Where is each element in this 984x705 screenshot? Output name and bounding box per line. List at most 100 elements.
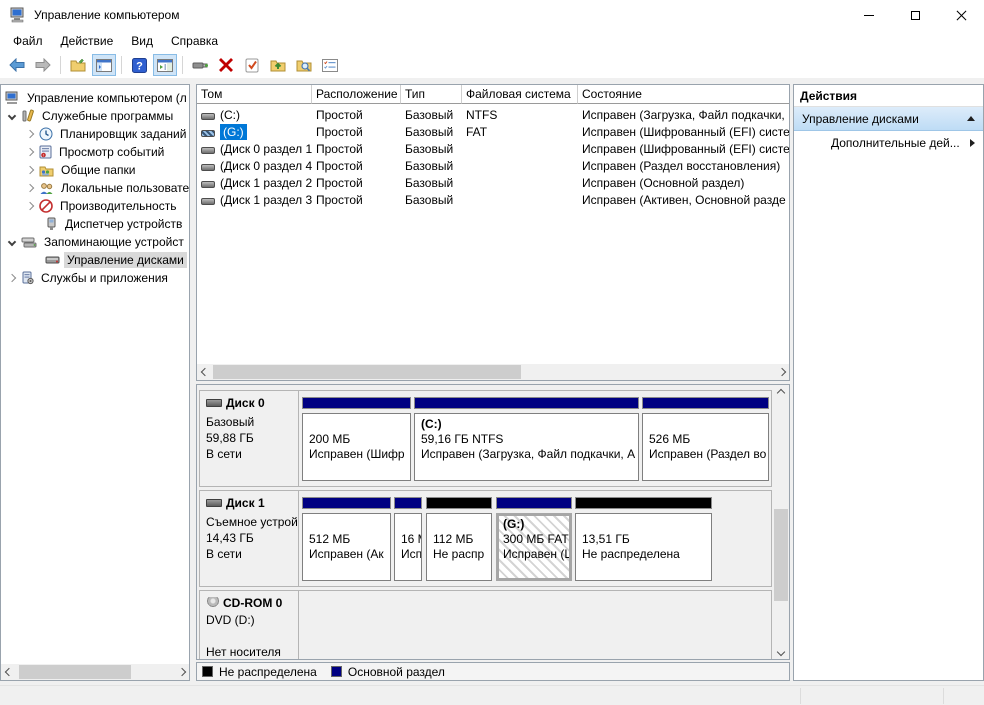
partition-disk1-3[interactable]: 112 МБ Не распр (426, 513, 492, 581)
workspace: Управление компьютером (л Служебные прог… (0, 78, 984, 685)
partition-title (309, 417, 410, 432)
tree-item-shared-folders[interactable]: Общие папки (27, 161, 138, 179)
volume-type: Базовый (401, 192, 462, 209)
scroll-up-button[interactable] (773, 385, 789, 400)
volume-fs: NTFS (462, 107, 578, 124)
scroll-right-icon (777, 368, 785, 376)
forward-button[interactable] (31, 54, 55, 76)
column-header-status[interactable]: Состояние (578, 85, 789, 104)
chevron-right-icon[interactable] (26, 184, 34, 192)
table-row-selected[interactable]: (G:) Простой Базовый FAT Исправен (Шифро… (197, 124, 789, 141)
tree-item-local-users[interactable]: Локальные пользовате (27, 179, 190, 197)
menu-action[interactable]: Действие (52, 32, 123, 50)
disk-drive-icon (206, 499, 222, 507)
disk-graphical-panel: Диск 0 Базовый 59,88 ГБ В сети 200 МБ Ис… (196, 384, 790, 660)
back-button[interactable] (5, 54, 29, 76)
scroll-left-button[interactable] (197, 364, 212, 380)
partition-title (433, 517, 491, 532)
chevron-down-icon[interactable] (8, 112, 16, 120)
menu-file[interactable]: Файл (4, 32, 52, 50)
disk-name: Диск 0 (226, 396, 265, 410)
tree-item-services[interactable]: Службы и приложения (9, 269, 171, 287)
scrollbar-thumb[interactable] (19, 665, 131, 679)
column-header-filesystem[interactable]: Файловая система (462, 85, 578, 104)
legend-primary-label: Основной раздел (348, 665, 445, 679)
cdrom-label[interactable]: CD-ROM 0 DVD (D:) Нет носителя (200, 591, 299, 660)
disk1-label[interactable]: Диск 1 Съемное устрой 14,43 ГБ В сети (200, 491, 299, 586)
tree-item-task-scheduler[interactable]: Планировщик заданий (27, 125, 189, 143)
table-row[interactable]: (Диск 0 раздел 1) Простой Базовый Исправ… (197, 141, 789, 158)
tree-horizontal-scrollbar[interactable] (1, 664, 189, 680)
maximize-button[interactable] (892, 0, 938, 30)
delete-button[interactable] (214, 54, 238, 76)
chevron-down-icon[interactable] (8, 238, 16, 246)
partition-disk1-1[interactable]: 512 МБ Исправен (Ак (302, 513, 391, 581)
table-row[interactable]: (Диск 1 раздел 2) Простой Базовый Исправ… (197, 175, 789, 192)
column-header-type[interactable]: Тип (401, 85, 462, 104)
folder-search-button[interactable] (292, 54, 316, 76)
tree-item-label: Служебные программы (39, 108, 176, 124)
tree-item-label: Запоминающие устройст (41, 234, 187, 250)
scroll-right-button[interactable] (174, 664, 189, 680)
folder-search-icon (296, 58, 312, 72)
tree-item-computer-management[interactable]: Управление компьютером (л (5, 89, 190, 107)
chevron-right-icon[interactable] (26, 130, 34, 138)
submenu-arrow-icon (970, 139, 975, 147)
tree-item-label: Службы и приложения (38, 270, 171, 286)
partition-disk1-2[interactable]: 16 М Исп (394, 513, 422, 581)
folder-up-button[interactable] (266, 54, 290, 76)
action-pane-toggle-button[interactable] (153, 54, 177, 76)
chevron-right-icon[interactable] (26, 202, 34, 210)
partition-disk1-5[interactable]: 13,51 ГБ Не распределена (575, 513, 712, 581)
properties-button[interactable] (318, 54, 342, 76)
actions-more-actions[interactable]: Дополнительные дей... (794, 131, 983, 155)
tree-item-performance[interactable]: Производительность (27, 197, 179, 215)
partition-size: 512 МБ (309, 532, 390, 547)
chevron-right-icon[interactable] (8, 274, 16, 282)
console-tree-toggle-button[interactable] (92, 54, 116, 76)
scrollbar-thumb[interactable] (774, 509, 788, 601)
folder-button[interactable] (66, 54, 90, 76)
column-header-volume[interactable]: Том (197, 85, 312, 104)
actions-group-disk-management[interactable]: Управление дисками (794, 107, 983, 131)
table-row[interactable]: (C:) Простой Базовый NTFS Исправен (Загр… (197, 107, 789, 124)
tree-item-event-viewer[interactable]: ! Просмотр событий (27, 143, 167, 161)
tree-item-disk-management[interactable]: Управление дисками (45, 251, 187, 269)
scrollbar-thumb[interactable] (213, 365, 521, 379)
table-row[interactable]: (Диск 1 раздел 3) Простой Базовый Исправ… (197, 192, 789, 209)
chevron-right-icon[interactable] (26, 148, 34, 156)
toolbar-separator (182, 56, 183, 74)
scroll-left-button[interactable] (1, 664, 16, 680)
partition-disk1-g-selected[interactable]: (G:) 300 МБ FAT Исправен (Ш (496, 513, 572, 581)
partition-disk0-3[interactable]: 526 МБ Исправен (Раздел во (642, 413, 769, 481)
back-icon (8, 58, 26, 72)
scroll-down-button[interactable] (773, 644, 789, 659)
partition-disk0-1[interactable]: 200 МБ Исправен (Шифр (302, 413, 411, 481)
disk0-label[interactable]: Диск 0 Базовый 59,88 ГБ В сети (200, 391, 299, 486)
scroll-left-icon (4, 668, 12, 676)
scroll-up-icon (777, 388, 785, 396)
tree-item-system-tools[interactable]: Служебные программы (9, 107, 176, 125)
window-title: Управление компьютером (34, 8, 179, 22)
check-page-button[interactable] (240, 54, 264, 76)
disk-state: В сети (206, 447, 242, 461)
help-button[interactable]: ? (127, 54, 151, 76)
disk-pane-vertical-scrollbar[interactable] (773, 385, 789, 659)
legend-bar: Не распределена Основной раздел (196, 662, 790, 681)
tree-item-storage[interactable]: Запоминающие устройст (9, 233, 187, 251)
tree-item-device-manager[interactable]: Диспетчер устройств (45, 215, 185, 233)
close-button[interactable] (938, 0, 984, 30)
disk-name: Диск 1 (226, 496, 265, 510)
computer-icon (5, 91, 20, 105)
menu-view[interactable]: Вид (122, 32, 162, 50)
volume-list-horizontal-scrollbar[interactable] (197, 364, 789, 380)
menu-help[interactable]: Справка (162, 32, 227, 50)
table-row[interactable]: (Диск 0 раздел 4) Простой Базовый Исправ… (197, 158, 789, 175)
chevron-right-icon[interactable] (26, 166, 34, 174)
volume-layout: Простой (312, 141, 401, 158)
minimize-button[interactable] (846, 0, 892, 30)
scroll-right-button[interactable] (774, 364, 789, 380)
partition-disk0-c[interactable]: (C:) 59,16 ГБ NTFS Исправен (Загрузка, Ф… (414, 413, 639, 481)
column-header-layout[interactable]: Расположение (312, 85, 401, 104)
device-button[interactable] (188, 54, 212, 76)
